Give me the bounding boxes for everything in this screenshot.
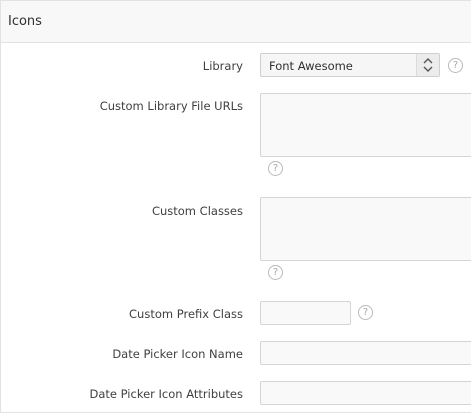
custom-prefix-class-help-icon[interactable]: ? [358, 305, 373, 320]
custom-prefix-class-input[interactable] [260, 301, 351, 325]
custom-prefix-class-label: Custom Prefix Class [129, 307, 243, 321]
custom-classes-textarea[interactable] [260, 197, 471, 261]
library-select[interactable]: Font Awesome [260, 53, 440, 77]
custom-library-file-urls-textarea[interactable] [260, 93, 471, 157]
region-header: Icons [1, 1, 471, 43]
library-select-value: Font Awesome [269, 59, 353, 73]
date-picker-icon-attributes-input[interactable] [260, 381, 471, 405]
region-title: Icons [8, 14, 42, 29]
library-label: Library [202, 59, 243, 73]
library-help-icon[interactable]: ? [448, 58, 463, 73]
date-picker-icon-attributes-label: Date Picker Icon Attributes [89, 387, 243, 401]
date-picker-icon-name-input[interactable] [260, 341, 471, 365]
custom-library-file-urls-label: Custom Library File URLs [99, 99, 243, 113]
custom-library-file-urls-help-icon[interactable]: ? [268, 161, 283, 176]
custom-classes-label: Custom Classes [151, 204, 243, 218]
chevron-up-down-icon [416, 54, 439, 76]
date-picker-icon-name-label: Date Picker Icon Name [112, 347, 243, 361]
custom-classes-help-icon[interactable]: ? [268, 265, 283, 280]
icons-region: Icons Library Font Awesome ? Custom Libr… [0, 0, 471, 413]
